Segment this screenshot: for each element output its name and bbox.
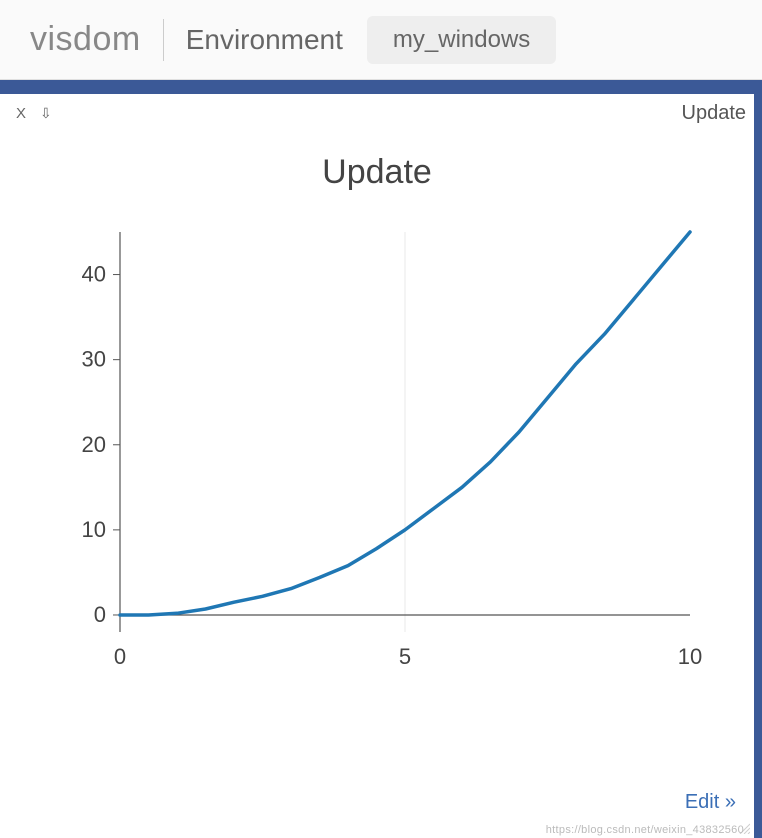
environment-label: Environment [186,24,343,56]
x-tick-label: 5 [399,644,411,669]
frame-border: X ⇩ Update Update 0 10 20 30 40 0 5 10 Edit » h… [0,80,762,838]
panel-header: X ⇩ Update [0,100,754,125]
top-bar: visdom Environment my_windows [0,0,762,80]
panel-title: Update [682,102,747,125]
chart-panel: X ⇩ Update Update 0 10 20 30 40 0 5 10 Edit » h… [0,94,754,838]
x-tick-label: 0 [114,644,126,669]
download-icon[interactable]: ⇩ [40,105,52,122]
environment-selector[interactable]: my_windows [367,16,556,64]
close-icon[interactable]: X [16,105,26,122]
line-chart-svg: 0 10 20 30 40 0 5 10 [40,222,710,682]
y-tick-label: 0 [94,602,106,627]
y-tick-label: 40 [82,262,106,287]
app-logo: visdom [30,20,141,59]
y-tick-label: 20 [82,432,106,457]
x-tick-label: 10 [678,644,702,669]
watermark-text: https://blog.csdn.net/weixin_43832560 [546,824,744,836]
vertical-divider [163,19,164,61]
y-tick-label: 10 [82,517,106,542]
chart-plot-area[interactable]: 0 10 20 30 40 0 5 10 [40,222,714,682]
y-tick-label: 30 [82,347,106,372]
chart-title: Update [0,153,754,192]
edit-link[interactable]: Edit » [685,791,736,814]
